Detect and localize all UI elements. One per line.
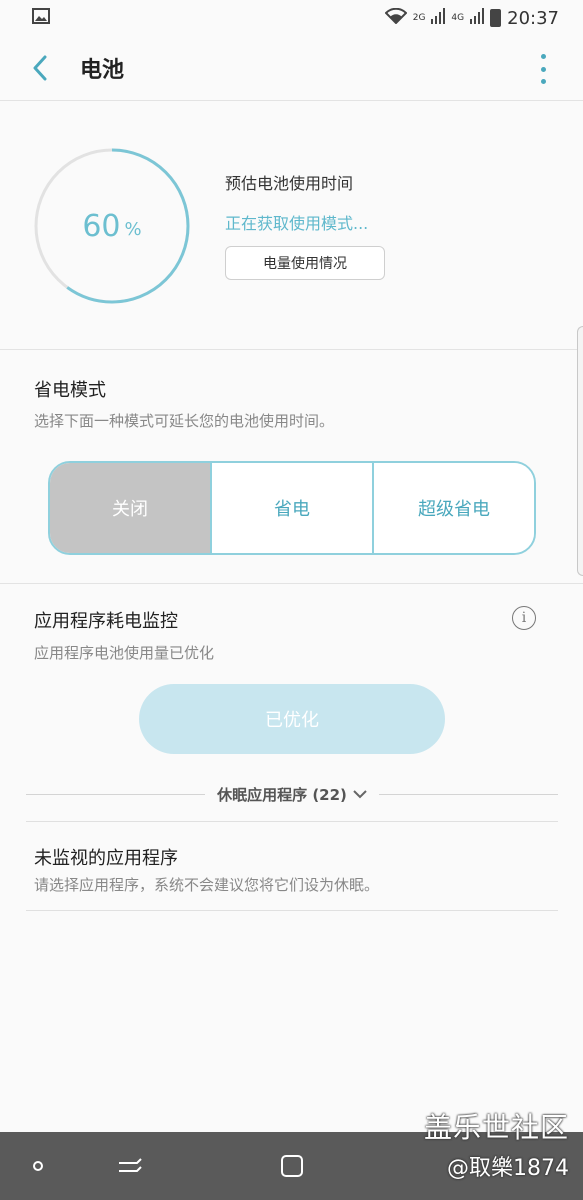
network-4g-label: 4G bbox=[451, 13, 465, 23]
status-icons: 2G 4G 20:37 bbox=[384, 7, 559, 29]
more-vertical-icon bbox=[540, 54, 546, 59]
divider bbox=[26, 910, 558, 911]
signal-icon bbox=[431, 7, 446, 29]
estimate-label: 预估电池使用时间 bbox=[225, 174, 354, 193]
dot-icon bbox=[33, 1161, 43, 1171]
watermark-user: @取樂1874 bbox=[447, 1156, 569, 1181]
mode-ultra-power-saving-button[interactable]: 超级省电 bbox=[372, 463, 534, 553]
app-bar: 电池 bbox=[0, 36, 583, 100]
battery-icon bbox=[490, 9, 502, 27]
nav-dot-button[interactable] bbox=[22, 1150, 54, 1182]
chevron-left-icon bbox=[33, 55, 47, 81]
app-monitor-description: 应用程序电池使用量已优化 bbox=[34, 644, 215, 662]
info-icon[interactable]: i bbox=[512, 606, 536, 630]
app-monitor-title: 应用程序耗电监控 bbox=[34, 611, 178, 632]
signal-icon bbox=[470, 7, 485, 29]
status-bar: 2G 4G 20:37 bbox=[0, 0, 583, 36]
more-options-button[interactable] bbox=[533, 54, 553, 84]
power-saving-title: 省电模式 bbox=[34, 380, 106, 401]
mode-off-button[interactable]: 关闭 bbox=[50, 463, 210, 553]
back-button[interactable] bbox=[22, 50, 58, 86]
unmonitored-apps-item[interactable]: 未监视的应用程序 请选择应用程序，系统不会建议您将它们设为休眠。 bbox=[26, 822, 558, 910]
sleeping-apps-row[interactable]: 休眠应用程序 (22) bbox=[26, 780, 558, 808]
usage-mode-status: 正在获取使用模式... bbox=[225, 214, 369, 233]
divider bbox=[0, 583, 583, 584]
battery-level-value: 60 bbox=[82, 208, 121, 244]
recent-apps-button[interactable] bbox=[114, 1150, 146, 1182]
chevron-down-icon bbox=[353, 790, 367, 799]
mode-power-saving-button[interactable]: 省电 bbox=[210, 463, 372, 553]
wifi-icon bbox=[384, 7, 408, 29]
sleeping-apps-label: 休眠应用程序 (22) bbox=[217, 785, 347, 804]
scroll-handle[interactable] bbox=[577, 326, 583, 576]
battery-usage-button[interactable]: 电量使用情况 bbox=[225, 246, 385, 280]
divider bbox=[26, 793, 206, 795]
divider bbox=[0, 349, 583, 350]
home-button[interactable] bbox=[276, 1150, 308, 1182]
unmonitored-description: 请选择应用程序，系统不会建议您将它们设为休眠。 bbox=[34, 876, 380, 894]
power-mode-selector: 关闭 省电 超级省电 bbox=[48, 461, 536, 555]
home-icon bbox=[281, 1155, 303, 1177]
status-time: 20:37 bbox=[507, 7, 559, 29]
watermark-title: 盖乐世社区 bbox=[423, 1111, 569, 1144]
page-title: 电池 bbox=[80, 58, 125, 83]
divider bbox=[378, 793, 558, 795]
power-saving-description: 选择下面一种模式可延长您的电池使用时间。 bbox=[34, 412, 335, 430]
battery-percent-sign: % bbox=[124, 218, 142, 240]
sleeping-apps-toggle[interactable]: 休眠应用程序 (22) bbox=[205, 784, 379, 805]
battery-level: 60 % bbox=[32, 146, 192, 306]
divider bbox=[0, 100, 583, 101]
recent-apps-icon bbox=[119, 1158, 142, 1172]
optimized-button[interactable]: 已优化 bbox=[139, 684, 445, 754]
network-2g-label: 2G bbox=[412, 13, 426, 23]
image-icon bbox=[32, 7, 50, 29]
unmonitored-title: 未监视的应用程序 bbox=[34, 848, 178, 869]
